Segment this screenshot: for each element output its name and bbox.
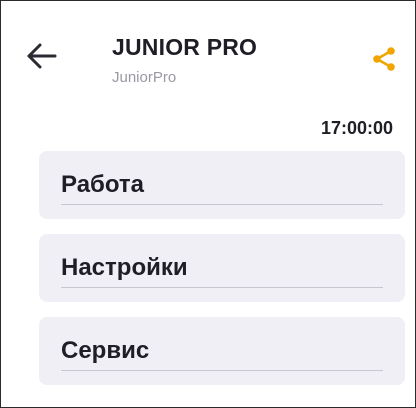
share-icon: [373, 47, 395, 71]
menu-item-label: Сервис: [61, 337, 150, 364]
time-display: 17:00:00: [320, 118, 393, 138]
menu-item-label: Настройки: [61, 254, 188, 281]
app-header: JUNIOR PRO JuniorPro: [1, 1, 415, 111]
page-subtitle: JuniorPro: [112, 69, 177, 86]
divider: [61, 287, 383, 288]
page-title: JUNIOR PRO: [112, 34, 258, 60]
arrow-left-icon: [27, 43, 57, 69]
divider: [61, 204, 383, 205]
app-window: JUNIOR PRO JuniorPro 17:00:00 Работа Нас…: [0, 0, 416, 408]
menu-item-servis[interactable]: Сервис: [39, 317, 405, 385]
share-button[interactable]: [371, 46, 397, 72]
menu-item-nastroyki[interactable]: Настройки: [39, 234, 405, 302]
divider: [61, 370, 383, 371]
menu-item-label: Работа: [61, 171, 145, 198]
menu-item-rabota[interactable]: Работа: [39, 151, 405, 219]
back-button[interactable]: [25, 39, 59, 73]
